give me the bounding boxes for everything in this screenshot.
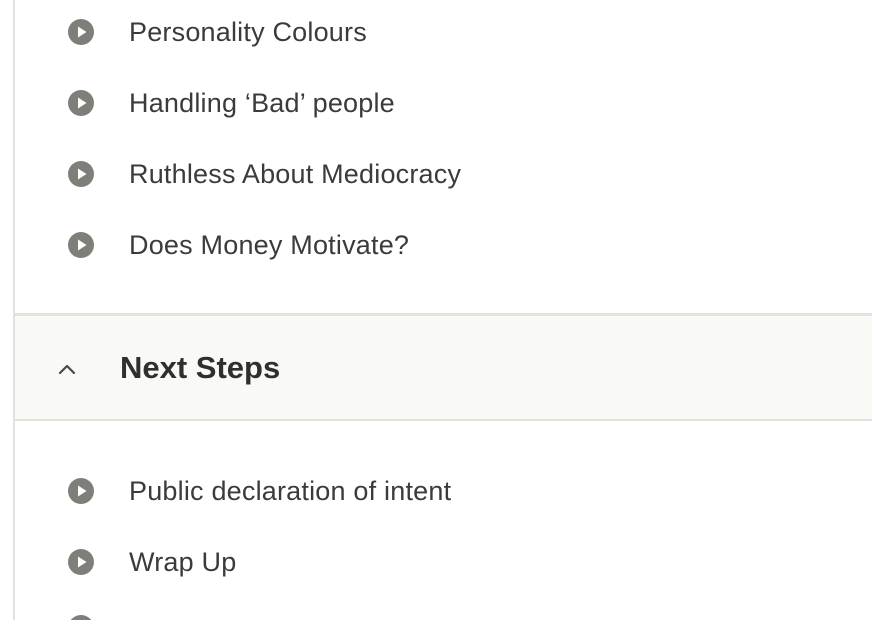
lesson-label: Wrap Up [129,546,237,577]
lesson-item[interactable]: Ruthless About Mediocracy [67,154,461,194]
play-circle-icon [68,232,94,258]
lesson-item[interactable]: Public declaration of intent [67,471,451,511]
play-circle-icon [68,19,94,45]
lesson-item[interactable]: Wrap Up [67,542,236,582]
play-circle-icon [68,478,94,504]
lesson-label: Does Money Motivate? [129,229,410,260]
lesson-label: Ruthless About Mediocracy [129,158,462,189]
play-circle-icon [68,161,94,187]
section-header-next-steps[interactable]: Next Steps [15,313,872,421]
play-circle-icon [68,90,94,116]
lesson-label: Handling ‘Bad’ people [129,87,395,118]
chevron-up-icon[interactable] [56,358,78,380]
course-curriculum-panel: Personality Colours Handling ‘Bad’ peopl… [13,0,872,620]
play-circle-icon[interactable] [67,614,95,620]
section-title: Next Steps [120,350,281,385]
lesson-item[interactable]: Handling ‘Bad’ people [67,83,395,123]
lesson-item[interactable]: Does Money Motivate? [67,225,409,265]
lesson-item[interactable]: Personality Colours [67,12,367,52]
play-circle-icon [68,549,94,575]
lesson-label: Public declaration of intent [129,475,452,506]
lesson-label: Personality Colours [129,16,367,47]
